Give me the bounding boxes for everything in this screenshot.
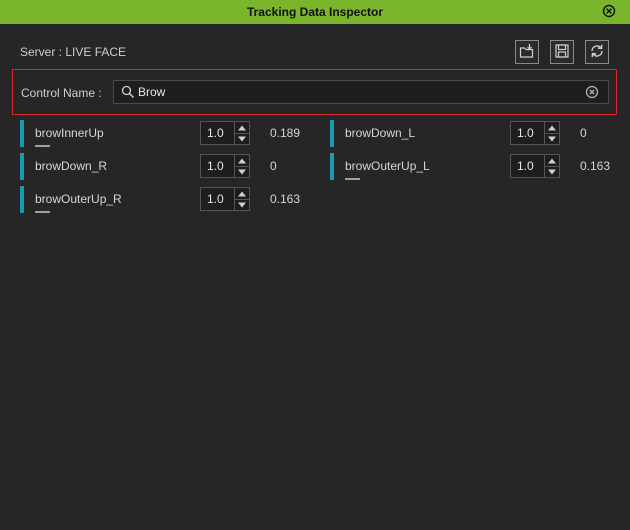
strength-spinbox[interactable] [510, 121, 560, 145]
search-input[interactable] [138, 83, 578, 101]
control-row-browdown-l: browDown_L 0 [330, 120, 620, 148]
control-name: browDown_R [35, 159, 108, 173]
arrow-up-icon [548, 125, 556, 130]
decrement-button[interactable] [545, 133, 559, 144]
control-value: 0 [580, 126, 587, 140]
strength-input[interactable] [517, 125, 545, 141]
search-icon [121, 85, 135, 102]
load-folder-icon [519, 43, 535, 62]
strength-spinbox[interactable] [200, 154, 250, 178]
arrow-down-icon [548, 169, 556, 174]
strength-input[interactable] [207, 125, 235, 141]
strength-spinbox[interactable] [510, 154, 560, 178]
arrow-up-icon [238, 191, 246, 196]
arrow-down-icon [548, 136, 556, 141]
control-row-browinnerup: browInnerUp 0.189 [20, 120, 310, 148]
strength-input[interactable] [517, 158, 545, 174]
control-value: 0.163 [270, 192, 301, 206]
strength-input[interactable] [207, 191, 235, 207]
control-row-browdown-r: browDown_R 0 [20, 153, 310, 181]
control-name: browOuterUp_R [35, 192, 122, 206]
save-icon [554, 43, 570, 62]
arrow-up-icon [548, 158, 556, 163]
arrow-up-icon [238, 125, 246, 130]
control-row-browouterup-l: browOuterUp_L 0.163 [330, 153, 620, 181]
control-color-bar [20, 120, 24, 147]
decrement-button[interactable] [235, 166, 249, 177]
server-label: Server : LIVE FACE [20, 45, 127, 59]
title-bar[interactable]: Tracking Data Inspector [0, 0, 630, 24]
decrement-button[interactable] [235, 199, 249, 210]
control-color-bar [20, 153, 24, 180]
arrow-down-icon [238, 169, 246, 174]
control-name: browOuterUp_L [345, 159, 430, 173]
strength-spinbox[interactable] [200, 121, 250, 145]
arrow-down-icon [238, 202, 246, 207]
refresh-icon [589, 43, 605, 62]
arrow-up-icon [238, 158, 246, 163]
tracking-data-inspector-window: Tracking Data Inspector Server : LIVE FA… [0, 0, 630, 530]
arrow-down-icon [238, 136, 246, 141]
decrement-button[interactable] [545, 166, 559, 177]
control-value: 0 [270, 159, 277, 173]
control-value: 0.163 [580, 159, 611, 173]
control-color-bar [330, 153, 334, 180]
save-button[interactable] [550, 40, 574, 64]
refresh-button[interactable] [585, 40, 609, 64]
window-title: Tracking Data Inspector [246, 5, 384, 19]
strength-input[interactable] [207, 158, 235, 174]
control-row-browouterup-r: browOuterUp_R 0.163 [20, 186, 310, 214]
load-button[interactable] [515, 40, 539, 64]
control-level-bar [35, 211, 50, 213]
strength-spinbox[interactable] [200, 187, 250, 211]
close-icon[interactable] [602, 4, 616, 18]
search-field[interactable] [113, 80, 609, 104]
control-level-bar [35, 145, 50, 147]
control-value: 0.189 [270, 126, 301, 140]
control-name: browInnerUp [35, 126, 104, 140]
control-name-filter: Control Name : [12, 69, 617, 115]
control-color-bar [20, 186, 24, 213]
control-name: browDown_L [345, 126, 416, 140]
control-color-bar [330, 120, 334, 147]
control-name-label: Control Name : [21, 86, 102, 100]
clear-search-icon[interactable] [585, 85, 599, 102]
control-level-bar [345, 178, 360, 180]
decrement-button[interactable] [235, 133, 249, 144]
